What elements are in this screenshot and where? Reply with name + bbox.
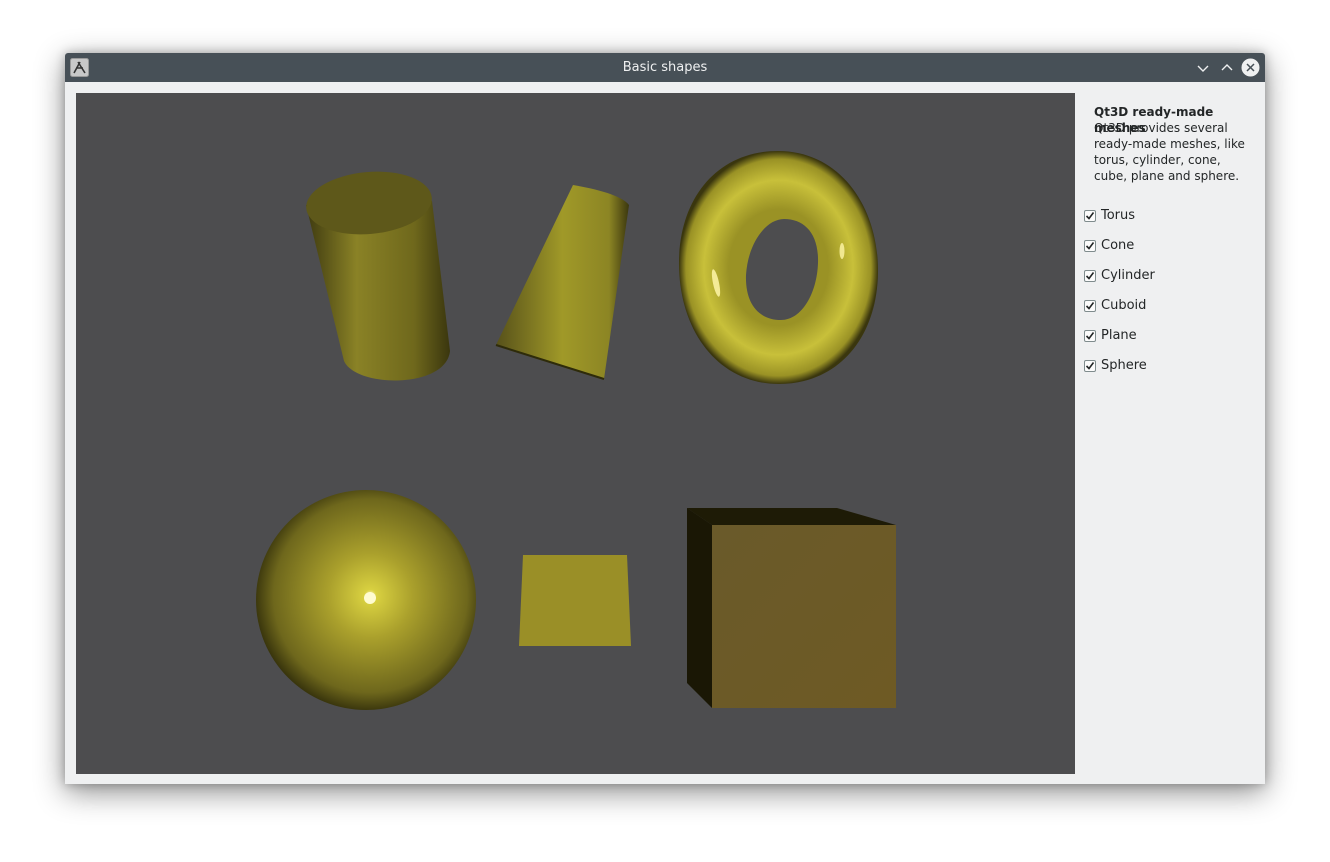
checkbox-cylinder[interactable]: Cylinder	[1083, 266, 1243, 288]
checkbox-checked-icon[interactable]	[1084, 270, 1096, 282]
torus-shape	[678, 151, 879, 384]
checkbox-label: Cuboid	[1101, 298, 1147, 313]
checkbox-torus[interactable]: Torus	[1083, 206, 1243, 228]
sidebar-panel: Qt3D ready-made meshes Qt3D provides sev…	[1083, 93, 1265, 774]
window-title: Basic shapes	[622, 60, 708, 75]
maximize-button[interactable]	[1216, 57, 1237, 78]
checkbox-checked-icon[interactable]	[1084, 330, 1096, 342]
minimize-button[interactable]	[1192, 57, 1213, 78]
checkbox-label: Cylinder	[1101, 268, 1155, 283]
checkbox-checked-icon[interactable]	[1084, 300, 1096, 312]
description-text: Qt3D provides several ready-made meshes,…	[1094, 121, 1245, 183]
title-bar[interactable]: Basic shapes	[65, 53, 1265, 82]
maximize-icon	[1221, 63, 1232, 70]
cone-shape	[495, 185, 629, 380]
checkbox-label: Sphere	[1101, 358, 1147, 373]
plane-shape	[519, 555, 631, 646]
close-button[interactable]	[1240, 57, 1261, 78]
checkbox-checked-icon[interactable]	[1084, 240, 1096, 252]
checkbox-label: Cone	[1101, 238, 1135, 253]
checkbox-plane[interactable]: Plane	[1083, 326, 1243, 348]
checkbox-cuboid[interactable]: Cuboid	[1083, 296, 1243, 318]
close-icon	[1241, 58, 1260, 77]
sphere-shape	[256, 490, 476, 710]
checkbox-sphere[interactable]: Sphere	[1083, 356, 1243, 378]
checkbox-cone[interactable]: Cone	[1083, 236, 1243, 258]
checkbox-checked-icon[interactable]	[1084, 360, 1096, 372]
3d-viewport[interactable]	[76, 93, 1075, 774]
checkbox-label: Torus	[1101, 208, 1136, 223]
cylinder-shape	[306, 171, 450, 381]
cuboid-shape	[687, 508, 896, 708]
app-window: Basic shapes Qt3D ready-made meshes Qt3D…	[65, 53, 1265, 784]
checkbox-checked-icon[interactable]	[1084, 210, 1096, 222]
minimize-icon	[1197, 65, 1208, 72]
checkbox-label: Plane	[1101, 328, 1137, 343]
